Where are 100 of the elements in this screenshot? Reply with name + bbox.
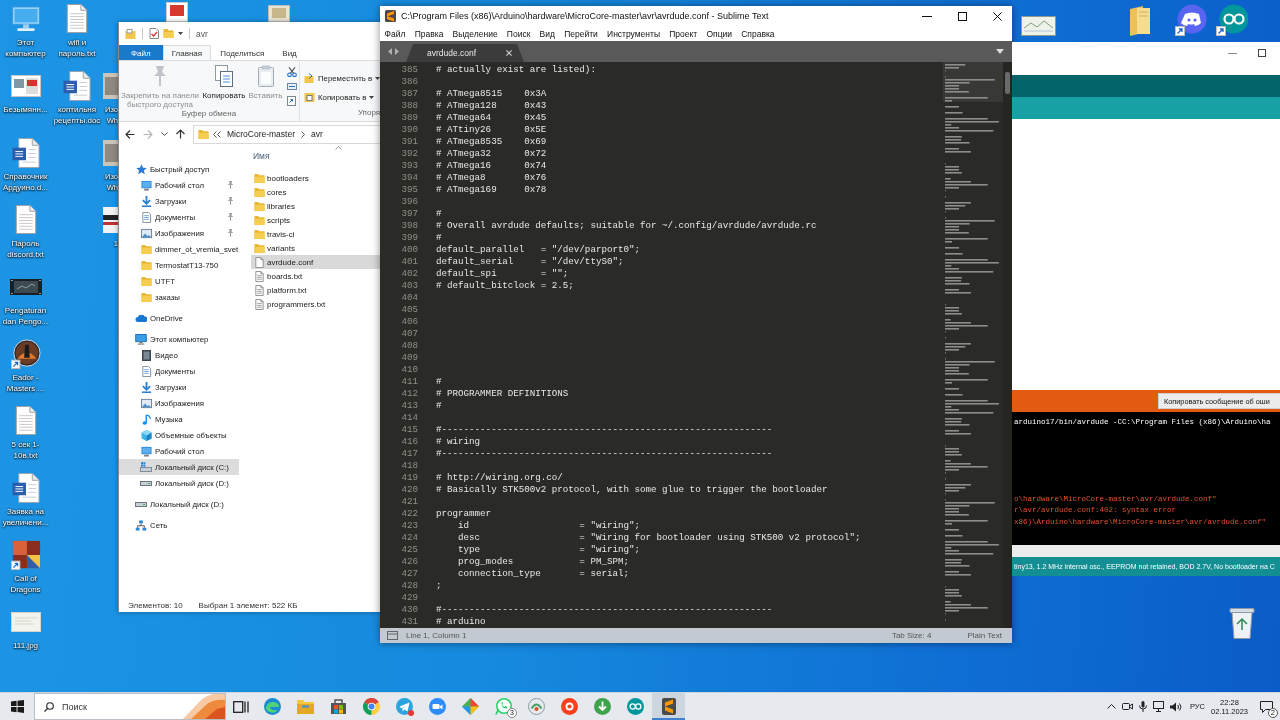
network-icon[interactable] (1153, 701, 1164, 712)
menu-item[interactable]: Опции (701, 28, 737, 39)
chat-bubble-icon (495, 698, 512, 715)
computer-icon (135, 333, 147, 345)
left-triangle-icon[interactable] (388, 48, 392, 55)
monitor-icon (140, 445, 152, 457)
folder-icon (253, 200, 265, 212)
file-item[interactable]: programmers.txt (251, 297, 380, 311)
network-icon (135, 519, 147, 531)
chat-logo-icon[interactable] (1175, 4, 1207, 36)
panel-icon[interactable] (387, 631, 398, 640)
minimize-icon (922, 15, 932, 17)
folder-icon[interactable] (125, 28, 136, 39)
menu-item[interactable]: Правка (410, 28, 448, 39)
notification-icon (1259, 700, 1273, 713)
right-triangle-icon[interactable] (395, 48, 399, 55)
line-number: 422 (400, 507, 418, 519)
menu-item[interactable]: Выделение (448, 28, 503, 39)
text-file-icon[interactable] (14, 205, 37, 235)
folder-icon (198, 128, 209, 140)
path-icon[interactable] (286, 83, 297, 90)
code-line: # ATtiny26 0x5E (436, 123, 547, 135)
paper-plane-icon (395, 697, 414, 716)
chevron-down-icon[interactable] (161, 132, 168, 136)
document-icon[interactable] (166, 2, 188, 22)
download-arrow-icon (140, 195, 152, 207)
camera-icon[interactable] (1122, 703, 1133, 710)
scrollbar-thumb[interactable] (1005, 72, 1010, 94)
image-file-icon[interactable] (103, 207, 118, 233)
file-item[interactable]: libraries (251, 199, 380, 213)
file-item[interactable]: boards.txt (251, 269, 380, 283)
tab-size-indicator[interactable]: Tab Size: 4 (891, 631, 932, 640)
editor-tab[interactable]: avrdude.conf (406, 44, 524, 62)
close-icon[interactable] (506, 50, 512, 56)
chevron-up-icon[interactable] (1107, 704, 1116, 709)
column-header[interactable]: Имя (251, 146, 380, 171)
file-item[interactable]: avrdude.conf (251, 255, 380, 269)
up-arrow-icon[interactable] (176, 129, 185, 139)
ribbon-tab[interactable]: Главная (162, 45, 212, 60)
microphone-icon[interactable] (1139, 701, 1147, 712)
taskbar-button[interactable] (652, 693, 685, 720)
selection-info: Выбран 1 элемент: 522 КБ (198, 600, 298, 610)
game-icon[interactable] (10, 339, 41, 369)
menu-item[interactable]: Проект (664, 28, 702, 39)
document-icon[interactable] (63, 71, 91, 101)
speaker-icon[interactable] (1170, 701, 1182, 712)
item-count: Элементов: 10 (128, 600, 183, 610)
image-thumbnail-icon[interactable] (1021, 16, 1056, 36)
line-number: 428 (400, 579, 418, 591)
code-line: # ATmega169 0x78 (436, 183, 547, 195)
chevron-right-icon[interactable] (301, 130, 305, 138)
file-item[interactable]: scripts (251, 213, 380, 227)
checkmark-document-icon[interactable] (149, 28, 159, 39)
file-item[interactable]: variants (251, 241, 380, 255)
code-line: default_serial = "/dev/ttyS0"; (436, 255, 624, 267)
infinity-logo-icon[interactable] (1216, 4, 1248, 36)
copy-button[interactable]: Копировать (201, 63, 247, 100)
document-icon[interactable] (11, 473, 40, 503)
breadcrumb-item[interactable]: avr (309, 129, 325, 139)
file-item[interactable]: bootloaders (251, 171, 380, 185)
text-file-icon[interactable] (14, 406, 37, 436)
text-file-icon (254, 298, 264, 310)
shortcut-icon[interactable] (287, 96, 296, 106)
line-number: 397 (400, 207, 418, 219)
folder-icon[interactable] (1129, 6, 1151, 36)
file-item[interactable]: travis-ci (251, 227, 380, 241)
menu-item[interactable]: Поиск (502, 28, 535, 39)
code-line: # ATmega128 0x43 (436, 99, 547, 111)
video-file-icon[interactable] (9, 279, 42, 295)
game-icon[interactable] (10, 540, 41, 570)
code-line: # PROGRAMMER DEFINITIONS (436, 387, 569, 399)
dropdown-icon[interactable] (996, 49, 1004, 54)
recycle-bin-icon[interactable] (1228, 607, 1256, 639)
folder-icon (253, 172, 265, 184)
address-bar[interactable]: MicroCore-master avr (193, 124, 380, 144)
line-number: 389 (400, 111, 418, 123)
file-item[interactable]: platform.txt (251, 283, 380, 297)
file-item[interactable]: cores (251, 185, 380, 199)
code-line: # (436, 399, 442, 411)
sort-caret-icon (335, 146, 342, 150)
menu-item[interactable]: Справка (736, 28, 780, 39)
menu-item[interactable]: Вид (535, 28, 560, 39)
caret-icon[interactable] (178, 32, 183, 35)
syntax-indicator[interactable]: Plain Text (967, 631, 1002, 640)
scissors-icon[interactable] (286, 67, 297, 77)
menu-item[interactable]: Файл (380, 28, 411, 39)
diamond-icon (462, 698, 479, 715)
ribbon-tab[interactable]: Файл (119, 45, 163, 60)
document-icon[interactable] (11, 138, 40, 168)
code-line: # arduino (436, 615, 486, 627)
computer-icon[interactable] (10, 6, 41, 32)
back-arrow-icon[interactable] (125, 129, 135, 139)
code-line: desc = "Wiring for bootloader using STK500 v2 protocol"; (457, 531, 861, 543)
menu-item[interactable]: Перейти (559, 28, 603, 39)
line-number: 408 (400, 339, 418, 351)
breadcrumb-item[interactable]: MicroCore-master (225, 129, 297, 139)
menu-item[interactable]: Инструменты (602, 28, 665, 39)
text-file-icon[interactable] (66, 4, 88, 34)
double-chevron-icon[interactable] (213, 130, 221, 138)
line-number: 403 (400, 279, 418, 291)
